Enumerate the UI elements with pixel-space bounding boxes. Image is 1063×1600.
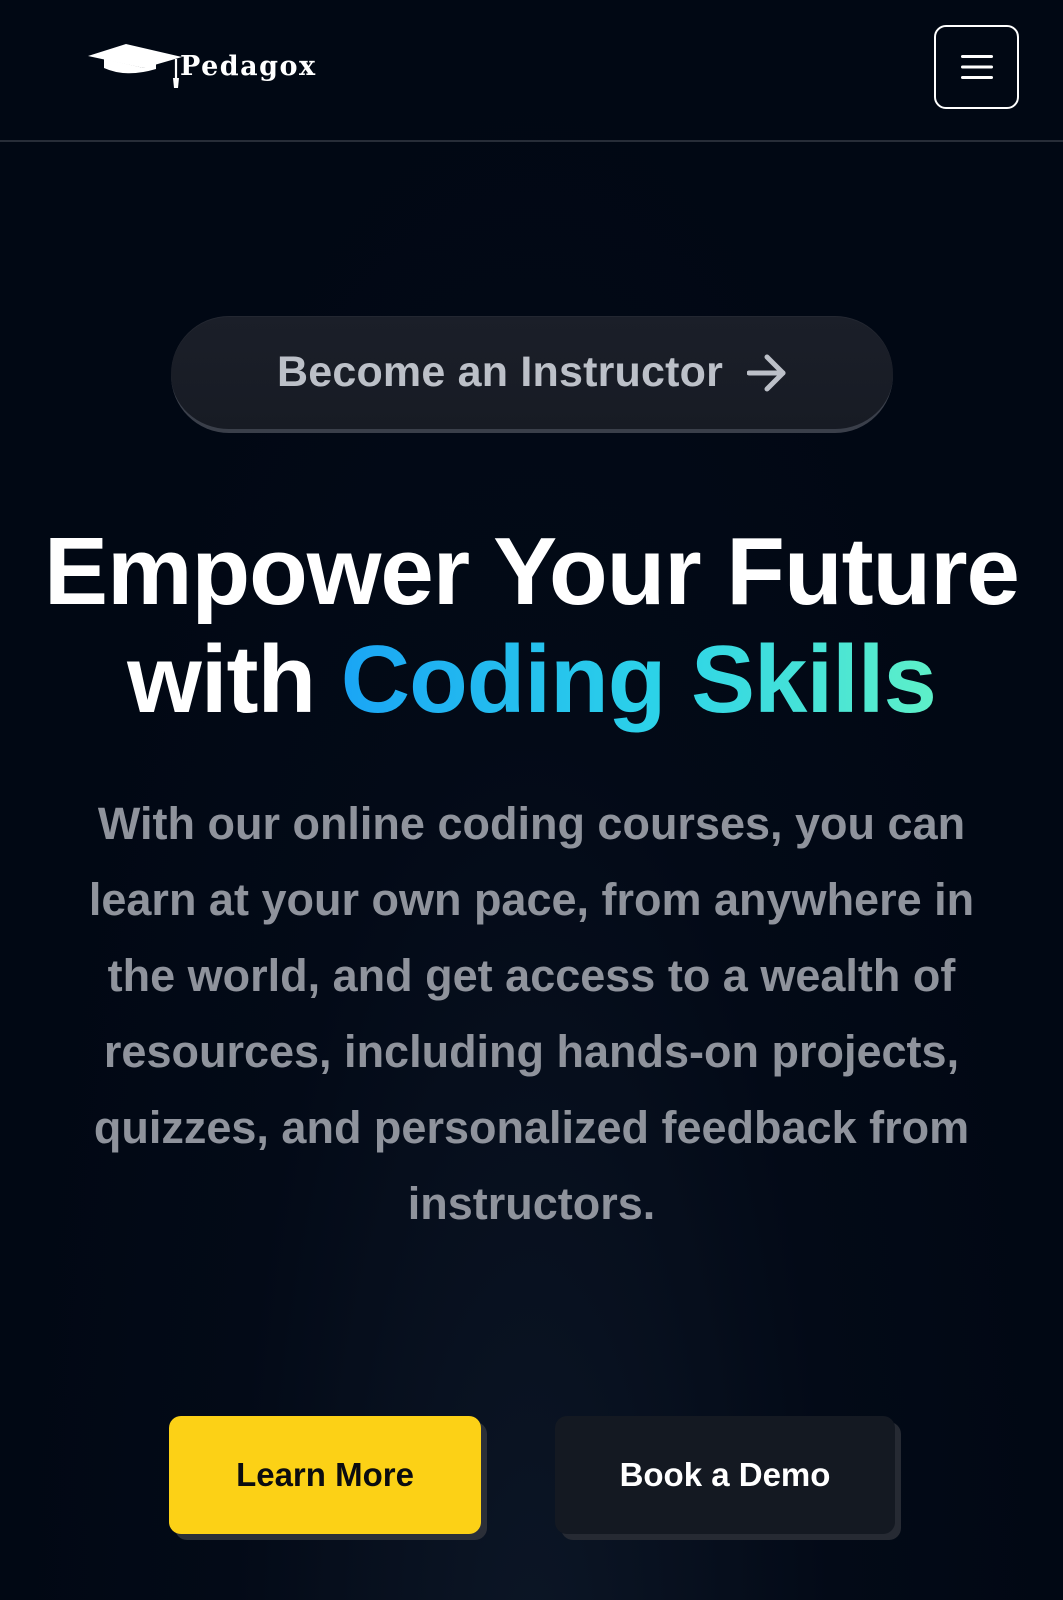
learn-more-label: Learn More	[236, 1456, 414, 1493]
hero-headline: Empower Your Future with Coding Skills	[0, 518, 1063, 734]
brand-logo[interactable]: Pedagox	[86, 42, 317, 92]
headline-accent: Coding Skills	[340, 626, 937, 733]
book-demo-button[interactable]: Book a Demo	[555, 1416, 895, 1534]
hero-description: With our online coding courses, you can …	[88, 798, 975, 1229]
site-header: Pedagox	[0, 0, 1063, 142]
landing-page: Pedagox Become an Instructor Empower You…	[0, 0, 1063, 1600]
hamburger-menu-icon	[960, 55, 993, 79]
menu-button[interactable]	[934, 25, 1019, 109]
headline-line-2-prefix: with	[127, 626, 316, 733]
graduation-cap-icon	[88, 44, 182, 88]
become-instructor-link[interactable]: Become an Instructor	[171, 316, 893, 433]
arrow-right-icon	[747, 354, 786, 391]
brand-name: Pedagox	[180, 50, 317, 82]
book-demo-label: Book a Demo	[619, 1456, 831, 1493]
become-instructor-label: Become an Instructor	[276, 348, 724, 396]
headline-line-1: Empower Your Future	[44, 518, 1020, 625]
learn-more-button[interactable]: Learn More	[169, 1416, 481, 1534]
